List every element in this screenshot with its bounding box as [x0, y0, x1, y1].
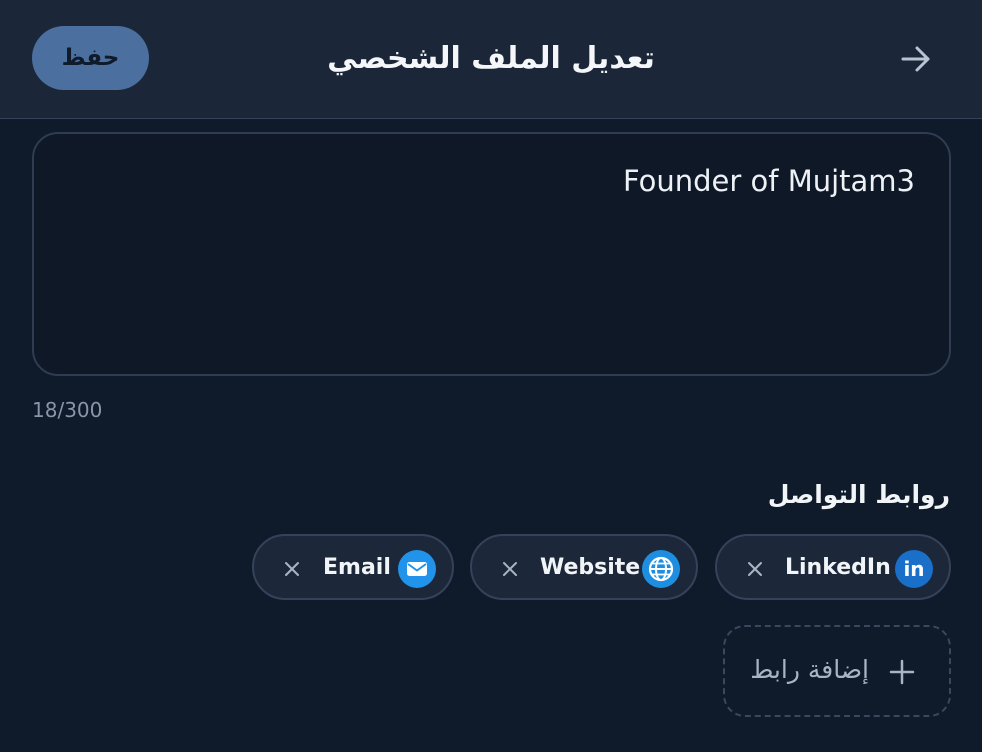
close-icon: [748, 562, 762, 576]
link-chip-website[interactable]: Website: [470, 534, 698, 600]
top-bar: حفظ تعديل الملف الشخصي: [0, 0, 982, 119]
arrow-right-icon: [901, 46, 930, 72]
remove-link-button[interactable]: [496, 555, 524, 583]
bio-text: Founder of Mujtam3: [622, 164, 915, 198]
link-chip-label: Website: [540, 555, 641, 580]
page-title: تعديل الملف الشخصي: [327, 41, 655, 76]
back-button[interactable]: [892, 36, 940, 82]
remove-link-button[interactable]: [741, 555, 769, 583]
linkedin-icon: in: [895, 550, 933, 588]
link-chip-email[interactable]: Email: [252, 534, 454, 600]
link-chip-linkedin[interactable]: in LinkedIn: [715, 534, 951, 600]
plus-icon: [889, 659, 915, 685]
close-icon: [503, 562, 517, 576]
bio-textarea[interactable]: Founder of Mujtam3: [32, 132, 951, 376]
remove-link-button[interactable]: [278, 555, 306, 583]
links-section-title: روابط التواصل: [767, 480, 950, 509]
add-link-button[interactable]: إضافة رابط: [723, 625, 951, 717]
mail-icon: [398, 550, 436, 588]
link-chip-label: LinkedIn: [785, 555, 891, 580]
save-button[interactable]: حفظ: [32, 26, 149, 90]
globe-icon: [642, 550, 680, 588]
add-link-label: إضافة رابط: [750, 655, 869, 684]
character-counter: 18/300: [32, 398, 103, 422]
link-chip-label: Email: [323, 555, 391, 580]
close-icon: [285, 562, 299, 576]
